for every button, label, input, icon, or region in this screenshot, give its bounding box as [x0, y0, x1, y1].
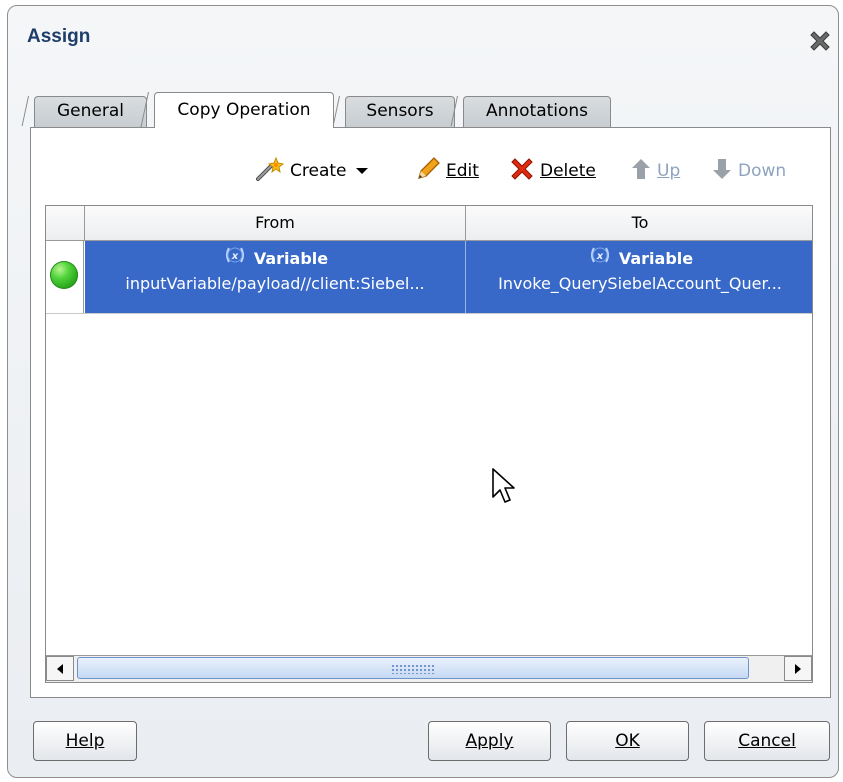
tab-sensors-label: Sensors	[366, 101, 434, 121]
edit-label: Edit	[446, 161, 479, 181]
row-status	[46, 241, 84, 313]
horizontal-scrollbar[interactable]	[46, 655, 812, 682]
column-header-to[interactable]: To	[466, 206, 812, 240]
column-header-from[interactable]: From	[85, 206, 466, 240]
close-icon[interactable]	[807, 28, 833, 54]
copy-rules-table: From To x Variable inputVariable/payload…	[45, 205, 813, 683]
edit-button[interactable]: Edit	[415, 155, 479, 187]
status-ok-icon	[50, 261, 78, 289]
table-row[interactable]: x Variable inputVariable/payload//client…	[46, 241, 812, 314]
svg-text:x: x	[231, 251, 239, 262]
to-cell[interactable]: x Variable Invoke_QuerySiebelAccount_Que…	[466, 241, 812, 313]
column-header-from-label: From	[255, 213, 295, 232]
delete-label: Delete	[540, 161, 596, 181]
down-button[interactable]: Down	[711, 155, 786, 187]
table-header: From To	[46, 206, 812, 241]
cancel-button[interactable]: Cancel	[704, 721, 830, 761]
tab-copy-operation-label: Copy Operation	[177, 100, 311, 120]
arrow-left-icon	[57, 663, 63, 674]
arrow-right-icon	[795, 663, 801, 674]
mouse-pointer-icon	[491, 467, 517, 512]
svg-text:x: x	[596, 251, 604, 262]
to-type: Variable	[618, 249, 694, 268]
cancel-label: Cancel	[738, 731, 796, 751]
to-value: Invoke_QuerySiebelAccount_Quer...	[498, 274, 782, 293]
tab-annotations[interactable]: Annotations	[463, 96, 611, 127]
apply-button[interactable]: Apply	[428, 721, 551, 761]
wand-icon	[255, 156, 285, 187]
tab-copy-operation[interactable]: Copy Operation	[154, 92, 334, 128]
delete-button[interactable]: Delete	[509, 155, 596, 187]
ok-label: OK	[615, 731, 640, 751]
from-type: Variable	[253, 249, 329, 268]
scroll-thumb[interactable]	[77, 657, 749, 679]
create-label: Create	[290, 161, 347, 181]
help-label: Help	[65, 731, 105, 751]
tab-bar: General Copy Operation Sensors Annotatio…	[34, 92, 834, 130]
arrow-down-icon	[711, 156, 733, 187]
ok-button[interactable]: OK	[566, 721, 689, 761]
tab-general[interactable]: General	[34, 96, 147, 127]
row-header-corner	[46, 206, 85, 240]
toolbar: Create Edit Delete Up Down	[31, 155, 830, 187]
column-header-to-label: To	[631, 213, 649, 232]
pencil-icon	[415, 156, 441, 187]
arrow-up-icon	[630, 156, 652, 187]
scroll-left-button[interactable]	[46, 656, 74, 681]
dialog-title: Assign	[27, 26, 91, 47]
variable-icon: x	[587, 245, 613, 273]
create-button[interactable]: Create	[255, 155, 369, 187]
tab-sensors[interactable]: Sensors	[345, 96, 455, 127]
up-label: Up	[657, 161, 681, 181]
copy-operation-panel: Create Edit Delete Up Down From To x Var…	[30, 127, 831, 698]
chevron-down-icon	[355, 161, 369, 181]
delete-x-icon	[509, 156, 535, 187]
tab-annotations-label: Annotations	[485, 101, 589, 121]
up-button[interactable]: Up	[630, 155, 680, 187]
help-button[interactable]: Help	[33, 721, 137, 761]
from-cell[interactable]: x Variable inputVariable/payload//client…	[85, 241, 466, 313]
variable-icon: x	[222, 245, 248, 273]
grip-icon	[391, 664, 435, 674]
apply-label: Apply	[465, 731, 514, 751]
tab-general-label: General	[57, 101, 124, 121]
from-value: inputVariable/payload//client:Siebel...	[125, 274, 425, 293]
down-label: Down	[738, 161, 787, 181]
scroll-right-button[interactable]	[784, 656, 812, 681]
